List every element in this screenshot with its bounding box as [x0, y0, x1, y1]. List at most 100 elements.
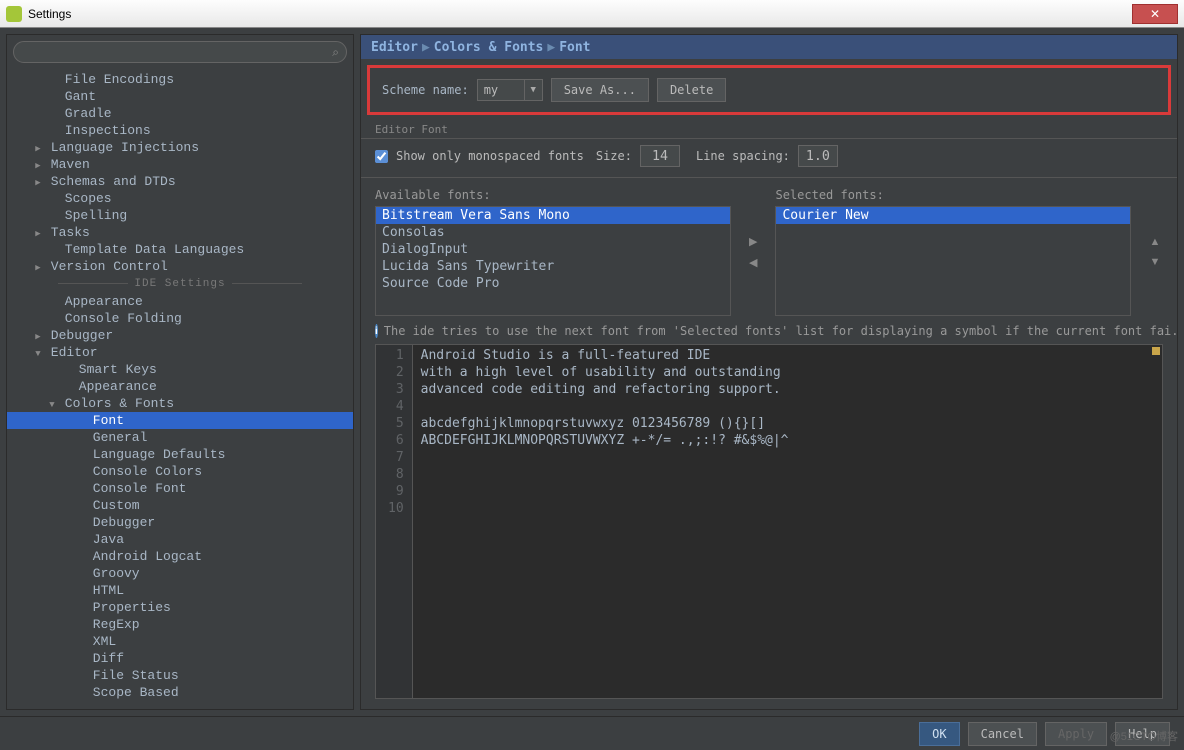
font-item[interactable]: Courier New: [776, 207, 1130, 224]
tree-item-label: XML: [85, 634, 116, 649]
selected-fonts-list[interactable]: Courier New: [775, 206, 1131, 316]
tree-item[interactable]: Java: [7, 531, 353, 548]
move-right-icon[interactable]: ▶: [749, 235, 757, 248]
chevron-right-icon[interactable]: ▶: [33, 260, 43, 277]
size-field[interactable]: [640, 145, 680, 167]
tree-item[interactable]: Smart Keys: [7, 361, 353, 378]
apply-button[interactable]: Apply: [1045, 722, 1107, 746]
tree-item[interactable]: ▶ Version Control: [7, 258, 353, 275]
tree-item[interactable]: Template Data Languages: [7, 241, 353, 258]
tree-item[interactable]: ▶ Maven: [7, 156, 353, 173]
tree-item[interactable]: Diff: [7, 650, 353, 667]
tree-item-label: Version Control: [43, 259, 168, 274]
font-item[interactable]: DialogInput: [376, 241, 730, 258]
tree-item[interactable]: Custom: [7, 497, 353, 514]
tree-item[interactable]: Spelling: [7, 207, 353, 224]
chevron-down-icon[interactable]: ▼: [33, 346, 43, 363]
tree-item[interactable]: ▶ Language Injections: [7, 139, 353, 156]
tree-item[interactable]: XML: [7, 633, 353, 650]
available-fonts-list[interactable]: Bitstream Vera Sans MonoConsolasDialogIn…: [375, 206, 731, 316]
tree-item[interactable]: Language Defaults: [7, 446, 353, 463]
tree-item-label: Appearance: [71, 379, 157, 394]
tree-item[interactable]: ▶ Debugger: [7, 327, 353, 344]
show-mono-label: Show only monospaced fonts: [396, 149, 584, 163]
tree-item[interactable]: Appearance: [7, 293, 353, 310]
move-up-icon[interactable]: ▲: [1149, 236, 1160, 248]
scheme-name-field[interactable]: [478, 83, 524, 97]
tree-item[interactable]: ▶ Tasks: [7, 224, 353, 241]
tree-item[interactable]: Debugger: [7, 514, 353, 531]
tree-item[interactable]: File Status: [7, 667, 353, 684]
tree-item[interactable]: RegExp: [7, 616, 353, 633]
size-label: Size:: [596, 149, 632, 163]
tree-item[interactable]: Gradle: [7, 105, 353, 122]
editor-font-title: Editor Font: [375, 123, 1163, 136]
breadcrumb-1[interactable]: Editor: [371, 40, 418, 55]
app-icon: [6, 6, 22, 22]
breadcrumb-3[interactable]: Font: [559, 40, 590, 55]
tree-item[interactable]: Scope Based: [7, 684, 353, 701]
tree-item[interactable]: ▼ Colors & Fonts: [7, 395, 353, 412]
tree-item-label: Tasks: [43, 225, 90, 240]
tree-item-label: Console Folding: [57, 311, 182, 326]
info-text: The ide tries to use the next font from …: [384, 324, 1177, 338]
tree-item[interactable]: Gant: [7, 88, 353, 105]
tree-item-label: Appearance: [57, 294, 143, 309]
move-left-icon[interactable]: ◀: [749, 256, 757, 269]
settings-tree[interactable]: File Encodings Gant Gradle Inspections▶ …: [7, 69, 353, 709]
tree-item[interactable]: ▶ Schemas and DTDs: [7, 173, 353, 190]
dialog-footer: OK Cancel Apply Help: [0, 716, 1184, 750]
settings-sidebar: ⌕ File Encodings Gant Gradle Inspections…: [6, 34, 354, 710]
search-input[interactable]: [13, 41, 347, 63]
tree-item[interactable]: Scopes: [7, 190, 353, 207]
tree-item[interactable]: Groovy: [7, 565, 353, 582]
content-panel: Editor ▶ Colors & Fonts ▶ Font Scheme na…: [360, 34, 1178, 710]
tree-item[interactable]: Font: [7, 412, 353, 429]
font-item[interactable]: Consolas: [376, 224, 730, 241]
font-item[interactable]: Source Code Pro: [376, 275, 730, 292]
info-row: i The ide tries to use the next font fro…: [361, 318, 1177, 344]
tree-item[interactable]: Properties: [7, 599, 353, 616]
available-fonts-label: Available fonts:: [375, 188, 731, 202]
preview-editor[interactable]: 12345678910 Android Studio is a full-fea…: [375, 344, 1163, 699]
tree-item[interactable]: Inspections: [7, 122, 353, 139]
tree-item[interactable]: General: [7, 429, 353, 446]
tree-item[interactable]: File Encodings: [7, 71, 353, 88]
ok-button[interactable]: OK: [919, 722, 959, 746]
line-spacing-field[interactable]: [798, 145, 838, 167]
tree-item-label: HTML: [85, 583, 124, 598]
chevron-right-icon[interactable]: ▶: [33, 226, 43, 243]
breadcrumb-2[interactable]: Colors & Fonts: [434, 40, 544, 55]
move-down-icon[interactable]: ▼: [1149, 256, 1160, 268]
editor-font-options: Show only monospaced fonts Size: Line sp…: [361, 138, 1177, 178]
tree-item[interactable]: Console Colors: [7, 463, 353, 480]
tree-item-label: Editor: [43, 345, 98, 360]
chevron-right-icon: ▶: [547, 40, 555, 55]
cancel-button[interactable]: Cancel: [968, 722, 1037, 746]
tree-item-label: Scope Based: [85, 685, 179, 700]
code-area[interactable]: Android Studio is a full-featured IDEwit…: [413, 345, 1162, 698]
tree-item[interactable]: Appearance: [7, 378, 353, 395]
search-icon: ⌕: [332, 45, 339, 60]
tree-item-label: General: [85, 430, 147, 445]
tree-item[interactable]: ▼ Editor: [7, 344, 353, 361]
tree-item[interactable]: Android Logcat: [7, 548, 353, 565]
tree-item-label: Inspections: [57, 123, 151, 138]
font-item[interactable]: Lucida Sans Typewriter: [376, 258, 730, 275]
show-mono-checkbox[interactable]: [375, 150, 388, 163]
chevron-down-icon[interactable]: ▼: [524, 80, 542, 100]
chevron-down-icon[interactable]: ▼: [47, 397, 57, 414]
save-as-button[interactable]: Save As...: [551, 78, 649, 102]
delete-button[interactable]: Delete: [657, 78, 726, 102]
tree-item[interactable]: Console Font: [7, 480, 353, 497]
font-item[interactable]: Bitstream Vera Sans Mono: [376, 207, 730, 224]
scheme-combo[interactable]: ▼: [477, 79, 543, 101]
tree-item-label: Debugger: [43, 328, 113, 343]
chevron-right-icon[interactable]: ▶: [33, 175, 43, 192]
tree-item[interactable]: HTML: [7, 582, 353, 599]
tree-item-label: Java: [85, 532, 124, 547]
tree-item[interactable]: Console Folding: [7, 310, 353, 327]
tree-item-label: Font: [85, 413, 124, 428]
close-button[interactable]: ✕: [1132, 4, 1178, 24]
tree-item-label: Spelling: [57, 208, 127, 223]
